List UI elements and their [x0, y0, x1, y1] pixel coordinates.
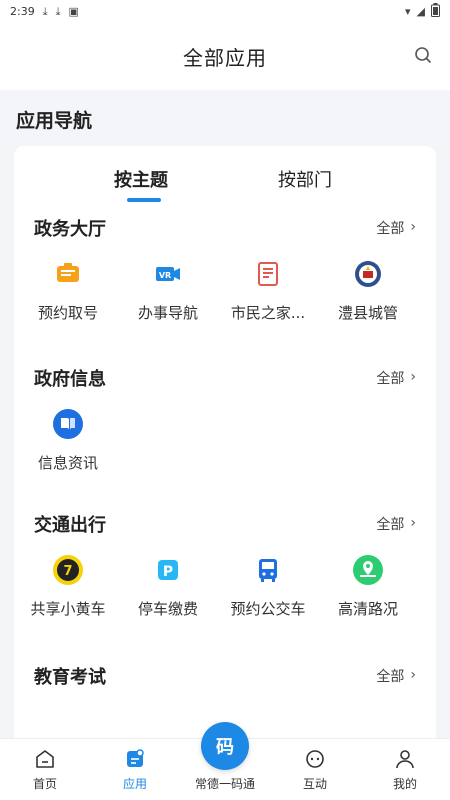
app-grid: 7 共享小黄车 P 停车缴费 预约公交车 高清路况: [14, 542, 436, 619]
status-time: 2:39: [10, 4, 35, 18]
group-header: 政府信息 全部 ›: [14, 360, 436, 396]
group-more-link[interactable]: 全部 ›: [376, 666, 416, 686]
download-icon-2: ⤓: [55, 4, 61, 18]
group-more-link[interactable]: 全部 ›: [376, 368, 416, 388]
emblem-icon: [350, 256, 386, 292]
road-map-icon: [350, 552, 386, 588]
vr-icon: VR: [150, 256, 186, 292]
bus-icon: [250, 552, 286, 588]
page-title: 全部应用: [183, 45, 267, 70]
svg-text:VR: VR: [159, 271, 171, 280]
app-item-city-management[interactable]: 澧县城管: [318, 256, 418, 323]
chevron-right-icon: ›: [410, 219, 416, 235]
chevron-right-icon: ›: [410, 667, 416, 683]
nav-label: 互动: [302, 777, 327, 791]
ticket-icon: [50, 256, 86, 292]
parking-icon: P: [150, 552, 186, 588]
app-item-citizen-home[interactable]: 市民之家...: [218, 256, 318, 323]
bike-icon: 7: [50, 552, 86, 588]
search-icon: [415, 47, 431, 63]
app-grid: 信息资讯: [14, 396, 436, 473]
nav-label: 应用: [122, 777, 147, 791]
book-icon: [250, 256, 286, 292]
chat-icon: [303, 747, 327, 771]
nav-home[interactable]: 首页: [0, 739, 90, 800]
more-label: 全部: [376, 371, 405, 387]
bottom-nav: 首页 应用 互动 我的 码 常德一码通: [0, 722, 450, 800]
chevron-right-icon: ›: [410, 515, 416, 531]
app-item-road-conditions[interactable]: 高清路况: [318, 552, 418, 619]
chevron-right-icon: ›: [410, 369, 416, 385]
battery-icon: [431, 2, 440, 20]
app-nav-card: 按主题 按部门 政务大厅 全部 › 预约取号 VR 办事导航 市民之家... 澧…: [14, 146, 436, 746]
group-more-link[interactable]: 全部 ›: [376, 218, 416, 238]
app-item-news[interactable]: 信息资讯: [18, 406, 118, 473]
group-header: 交通出行 全部 ›: [14, 506, 436, 542]
notification-icon: ▣: [68, 4, 79, 18]
nav-interact[interactable]: 互动: [270, 739, 360, 800]
download-icon: ⤓: [42, 4, 48, 18]
app-header: 全部应用: [0, 22, 450, 90]
group-more-link[interactable]: 全部 ›: [376, 514, 416, 534]
tab-by-department[interactable]: 按部门: [278, 166, 332, 192]
home-icon: [33, 747, 57, 771]
app-item-service-guide[interactable]: VR 办事导航: [118, 256, 218, 323]
app-item-bus-booking[interactable]: 预约公交车: [218, 552, 318, 619]
qr-code-button[interactable]: 码: [201, 722, 249, 770]
nav-label: 我的: [392, 777, 417, 791]
app-item-shared-bike[interactable]: 7 共享小黄车: [18, 552, 118, 619]
tab-by-theme[interactable]: 按主题: [114, 166, 168, 192]
more-label: 全部: [376, 517, 405, 533]
group-title: 教育考试: [34, 667, 106, 688]
active-tab-indicator: [127, 198, 161, 202]
app-item-label: 信息资讯: [37, 454, 98, 472]
user-icon: [393, 747, 417, 771]
group-title: 政务大厅: [34, 219, 106, 240]
signal-icon: ◢: [416, 4, 425, 18]
app-grid: 预约取号 VR 办事导航 市民之家... 澧县城管: [14, 246, 436, 323]
more-label: 全部: [376, 221, 405, 237]
nav-mine[interactable]: 我的: [360, 739, 450, 800]
status-bar: 2:39 ⤓ ⤓ ▣ ▾ ◢: [0, 0, 450, 22]
group-title: 政府信息: [34, 369, 106, 390]
app-item-appointment-ticket[interactable]: 预约取号: [18, 256, 118, 323]
app-item-label: 预约取号: [37, 304, 98, 322]
app-item-label: 预约公交车: [230, 600, 306, 618]
group-government-hall: 政务大厅 全部 › 预约取号 VR 办事导航 市民之家... 澧县城管: [14, 210, 436, 350]
svg-text:P: P: [163, 564, 173, 580]
news-book-icon: [50, 406, 86, 442]
wifi-icon: ▾: [405, 4, 411, 18]
nav-label: 首页: [32, 777, 57, 791]
group-title: 交通出行: [34, 515, 106, 536]
more-label: 全部: [376, 669, 405, 685]
search-button[interactable]: [412, 44, 434, 66]
app-item-label: 停车缴费: [137, 600, 198, 618]
group-government-info: 政府信息 全部 › 信息资讯: [14, 350, 436, 500]
qr-code-label: 常德一码通: [194, 777, 256, 791]
svg-text:7: 7: [63, 564, 72, 579]
app-item-label: 共享小黄车: [30, 600, 106, 618]
qr-code-icon: 码: [216, 737, 234, 758]
group-header: 政务大厅 全部 ›: [14, 210, 436, 246]
apps-icon: [123, 747, 147, 771]
nav-apps[interactable]: 应用: [90, 739, 180, 800]
group-transportation: 交通出行 全部 › 7 共享小黄车 P 停车缴费 预约公交车 高清路况: [14, 500, 436, 656]
section-title: 应用导航: [16, 110, 93, 132]
app-item-label: 高清路况: [337, 600, 398, 618]
app-item-label: 澧县城管: [337, 304, 398, 322]
group-header: 教育考试 全部 ›: [14, 658, 436, 694]
tab-bar: 按主题 按部门: [14, 146, 436, 210]
app-item-label: 办事导航: [137, 304, 198, 322]
app-item-label: 市民之家...: [230, 304, 306, 322]
group-education-exam: 教育考试 全部 ›: [14, 656, 436, 716]
app-item-parking-pay[interactable]: P 停车缴费: [118, 552, 218, 619]
